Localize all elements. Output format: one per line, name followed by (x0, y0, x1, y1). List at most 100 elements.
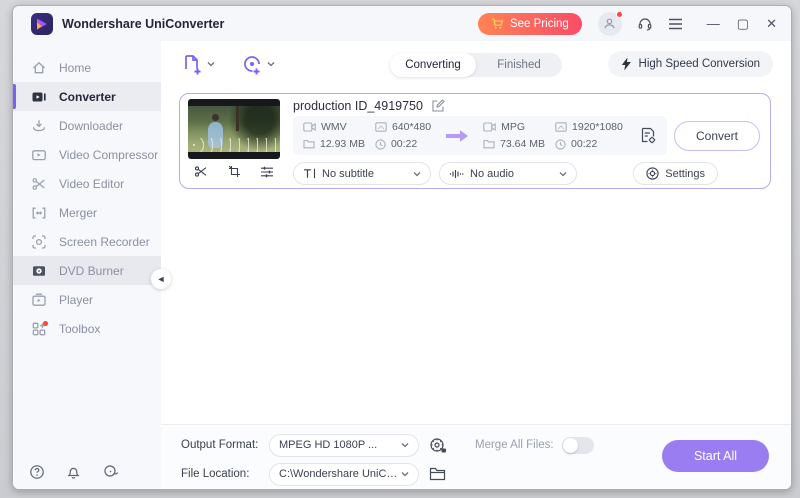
sidebar-bottom-icons (29, 464, 119, 480)
chevron-down-icon (401, 471, 409, 477)
add-dvd-icon (244, 56, 260, 75)
file-title: production ID_4919750 (293, 99, 423, 113)
lightning-bolt-icon (621, 57, 631, 71)
audio-dropdown[interactable]: No audio (439, 162, 577, 185)
sidebar-item-converter[interactable]: Converter (13, 82, 161, 111)
target-format: MPG (483, 121, 545, 133)
target-size: 73.64 MB (483, 138, 545, 150)
sidebar-item-label: Converter (59, 89, 116, 104)
high-speed-label: High Speed Conversion (638, 58, 760, 70)
tab-converting-label: Converting (405, 59, 461, 71)
sidebar-item-video-compressor[interactable]: Video Compressor (13, 140, 161, 169)
settings-button[interactable]: Settings (633, 162, 718, 185)
sidebar-item-dvd-burner[interactable]: DVD Burner (13, 256, 161, 285)
bottom-bar: Output Format: MPEG HD 1080P ... Merge A… (161, 424, 791, 489)
sidebar-collapse-button[interactable]: ◄ (151, 269, 171, 289)
sidebar-nav: Home Converter Downloader Video Compress… (13, 41, 161, 343)
title-bar: Wondershare UniConverter See Pricing — ▢… (13, 6, 791, 41)
chevron-down-icon (413, 171, 421, 177)
video-format-icon (483, 122, 496, 132)
sidebar-item-video-editor[interactable]: Video Editor (13, 169, 161, 198)
target-duration: 00:22 (555, 138, 623, 150)
resolution-icon (555, 122, 567, 132)
app-logo-icon (31, 12, 53, 35)
video-compressor-icon (31, 147, 47, 163)
converter-icon (31, 89, 47, 105)
output-format-value: MPEG HD 1080P ... (279, 439, 378, 451)
conversion-info-box: WMV 12.93 MB 640*480 00:22 MPG 73.64 MB … (293, 116, 667, 155)
output-format-dropdown[interactable]: MPEG HD 1080P ... (269, 433, 419, 457)
screen-recorder-icon (31, 234, 47, 250)
sidebar: Home Converter Downloader Video Compress… (13, 41, 171, 489)
maximize-button[interactable]: ▢ (737, 17, 749, 30)
start-all-button[interactable]: Start All (662, 440, 769, 472)
crop-icon[interactable] (228, 165, 241, 178)
account-avatar[interactable] (597, 10, 623, 36)
effects-sliders-icon[interactable] (260, 166, 274, 178)
sidebar-item-player[interactable]: Player (13, 285, 161, 314)
file-location-label: File Location: (181, 468, 250, 480)
sidebar-item-label: Merger (59, 205, 98, 220)
sidebar-item-merger[interactable]: Merger (13, 198, 161, 227)
sidebar-item-label: Home (59, 60, 92, 75)
toolbox-badge-dot (43, 321, 48, 326)
format-settings-gear-icon[interactable] (429, 437, 447, 454)
feedback-icon[interactable] (102, 464, 119, 480)
close-button[interactable]: ✕ (766, 17, 777, 30)
thumbnail-column (188, 99, 280, 183)
thumbnail-toolbar (188, 161, 280, 183)
source-size: 12.93 MB (303, 138, 365, 150)
main-panel: Converting Finished High Speed Conversio… (161, 41, 791, 489)
settings-label: Settings (665, 167, 705, 180)
card-options-row: No subtitle No audio Settings (293, 162, 760, 185)
subtitle-dropdown[interactable]: No subtitle (293, 162, 431, 185)
menu-hamburger-icon[interactable] (668, 18, 683, 30)
flower-field (188, 137, 280, 152)
high-speed-conversion-button[interactable]: High Speed Conversion (607, 51, 773, 77)
video-thumbnail[interactable] (188, 99, 280, 159)
convert-button[interactable]: Convert (674, 120, 760, 151)
open-folder-icon[interactable] (429, 467, 446, 481)
sidebar-item-label: Screen Recorder (59, 234, 150, 249)
sidebar-item-home[interactable]: Home (13, 53, 161, 82)
notifications-bell-icon[interactable] (66, 464, 81, 480)
dvd-burner-icon (31, 263, 47, 279)
source-format: WMV (303, 121, 365, 133)
add-files-button[interactable] (181, 53, 215, 75)
help-icon[interactable] (29, 464, 45, 480)
sidebar-item-label: Video Editor (59, 176, 125, 191)
audio-wave-icon (449, 169, 464, 179)
add-file-icon (185, 55, 201, 75)
app-window: Wondershare UniConverter See Pricing — ▢… (12, 5, 792, 490)
file-location-dropdown[interactable]: C:\Wondershare UniConverter (269, 462, 419, 486)
subtitle-icon (303, 168, 316, 179)
sidebar-item-downloader[interactable]: Downloader (13, 111, 161, 140)
merge-all-files-toggle[interactable] (561, 436, 594, 454)
output-format-label: Output Format: (181, 439, 259, 451)
merger-icon (31, 205, 47, 221)
tab-finished-label: Finished (497, 59, 541, 71)
gear-icon (646, 167, 659, 180)
tab-finished[interactable]: Finished (476, 53, 562, 77)
sidebar-item-screen-recorder[interactable]: Screen Recorder (13, 227, 161, 256)
see-pricing-button[interactable]: See Pricing (477, 12, 582, 35)
chevron-down-icon (559, 171, 567, 177)
chevron-down-icon (267, 62, 275, 67)
tab-converting[interactable]: Converting (390, 53, 476, 77)
main-toolbar: Converting Finished High Speed Conversio… (161, 41, 791, 81)
player-icon (31, 292, 47, 308)
trim-scissors-icon[interactable] (194, 165, 208, 178)
subtitle-value: No subtitle (322, 167, 374, 180)
video-frame-image (188, 106, 280, 152)
rename-edit-icon[interactable] (431, 99, 445, 113)
folder-icon (483, 139, 495, 149)
merge-all-files-label: Merge All Files: (475, 439, 554, 451)
sidebar-item-toolbox[interactable]: Toolbox (13, 314, 161, 343)
file-settings-icon[interactable] (639, 126, 657, 145)
cart-icon (491, 17, 504, 29)
add-dvd-button[interactable] (241, 53, 275, 75)
minimize-button[interactable]: — (707, 17, 720, 30)
source-duration: 00:22 (375, 138, 431, 150)
support-headset-icon[interactable] (637, 16, 653, 32)
notification-dot (615, 10, 623, 18)
